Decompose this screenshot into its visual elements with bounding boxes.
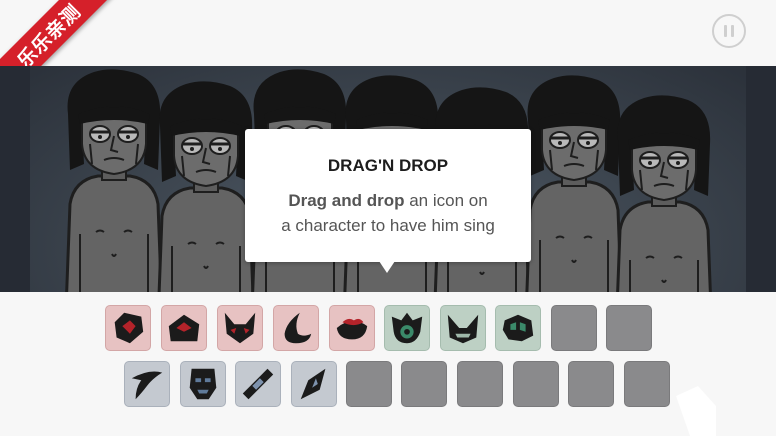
pause-icon [724, 25, 727, 37]
sound-icon-face-mask[interactable] [180, 361, 226, 407]
tooltip-body-line2: a character to have him sing [281, 216, 495, 235]
pause-button[interactable] [712, 14, 746, 48]
character-6[interactable] [524, 73, 624, 292]
face-mask-icon [189, 368, 217, 400]
empty-slot [401, 361, 447, 407]
tooltip-body-bold: Drag and drop [288, 191, 405, 210]
diamond-icon [300, 368, 326, 400]
sound-icon-house[interactable] [161, 305, 207, 351]
empty-slot [624, 361, 670, 407]
gauntlet-icon [502, 314, 534, 342]
empty-slot [606, 305, 652, 351]
tooltip-body-line1: an icon on [404, 191, 488, 210]
sound-icon-stick[interactable] [235, 361, 281, 407]
character-1[interactable] [64, 67, 164, 292]
empty-slot [551, 305, 597, 351]
empty-slot [513, 361, 559, 407]
character-7[interactable] [614, 93, 714, 292]
top-bar [0, 0, 776, 66]
stick-icon [242, 368, 274, 400]
sound-icon-blade[interactable] [124, 361, 170, 407]
lips-icon [336, 318, 368, 340]
crystal-icon [114, 312, 144, 344]
drag-drop-tooltip: DRAG'N DROP Drag and drop an icon on a c… [245, 129, 531, 273]
tooltip-body: Drag and drop an icon on a character to … [245, 188, 531, 238]
sound-icon-eye[interactable] [384, 305, 430, 351]
sound-icon-helmet[interactable] [440, 305, 486, 351]
sound-icon-diamond[interactable] [291, 361, 337, 407]
eye-icon [391, 312, 423, 344]
sound-icon-gauntlet[interactable] [495, 305, 541, 351]
empty-slot [346, 361, 392, 407]
empty-slot [568, 361, 614, 407]
house-icon [168, 314, 200, 342]
sound-icon-lips[interactable] [329, 305, 375, 351]
horned-mask-icon [224, 312, 256, 344]
blade-icon [131, 371, 163, 400]
drag-hint-arrow-icon [676, 386, 716, 436]
empty-slot [457, 361, 503, 407]
tooltip-title: DRAG'N DROP [327, 156, 449, 175]
flame-icon [284, 312, 312, 344]
helmet-icon [447, 314, 479, 344]
sound-icon-flame[interactable] [273, 305, 319, 351]
character-2[interactable] [156, 79, 256, 292]
sound-icon-horned-mask[interactable] [217, 305, 263, 351]
sound-icon-crystal[interactable] [105, 305, 151, 351]
